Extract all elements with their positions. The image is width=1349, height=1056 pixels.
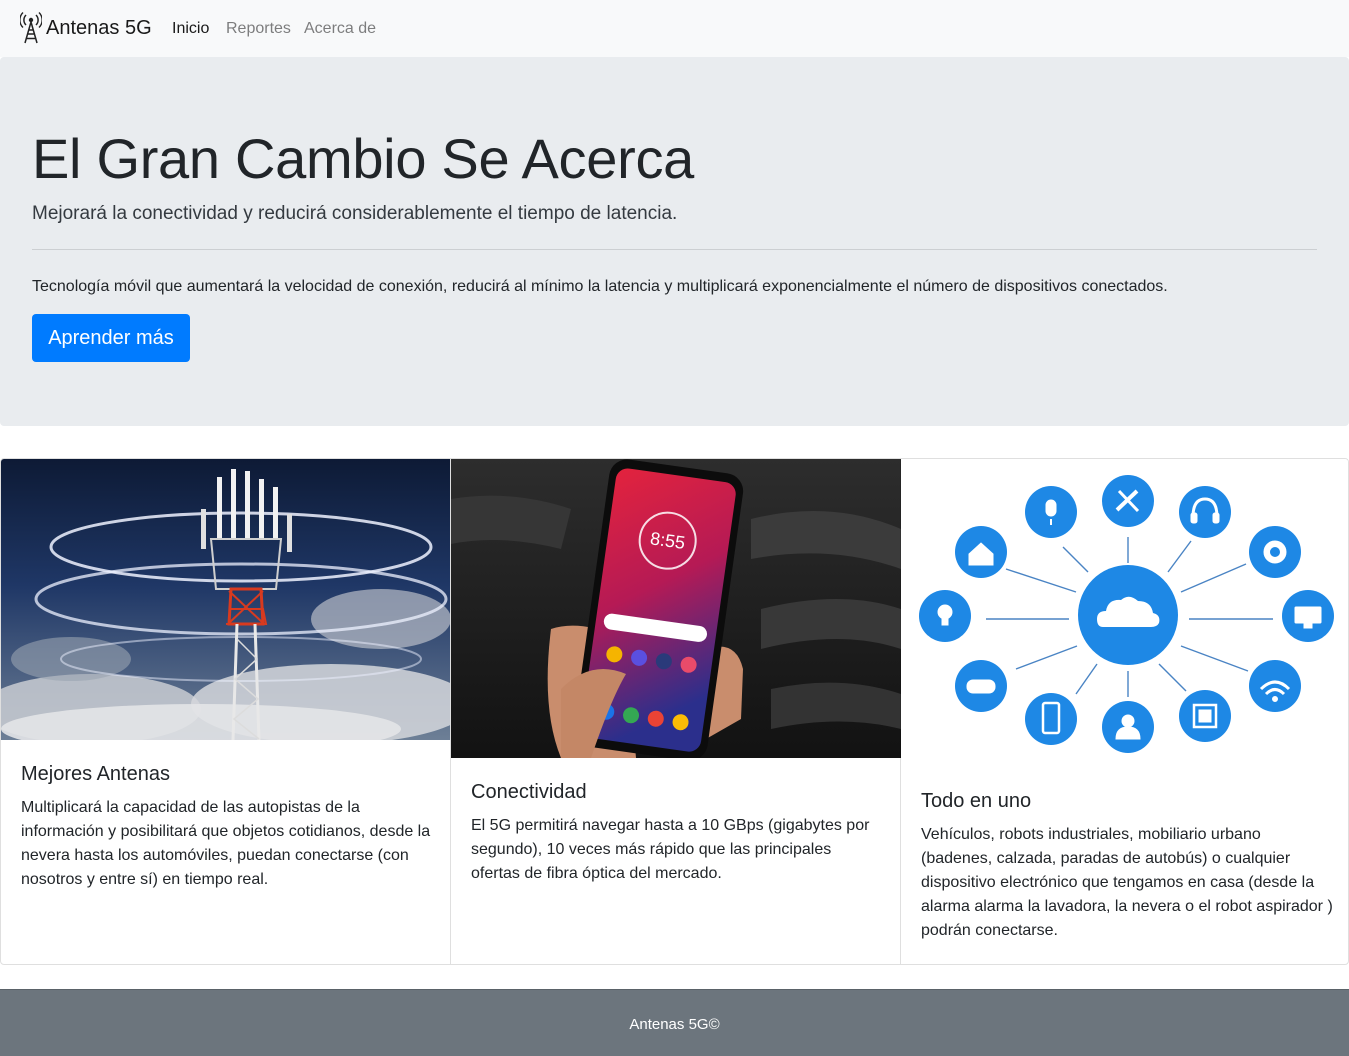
card-text: Vehículos, robots industriales, mobiliar… (921, 826, 1333, 939)
page-title: El Gran Cambio Se Acerca (32, 127, 694, 190)
card-group: Mejores Antenas Multiplicará la capacida… (0, 458, 1349, 965)
cloud-devices-diagram (901, 459, 1348, 765)
card-text: El 5G permitirá navegar hasta a 10 GBps … (471, 817, 870, 882)
nav-link-reportes[interactable]: Reportes (226, 20, 291, 38)
brand-text: Antenas 5G (46, 16, 152, 39)
card-title: Conectividad (471, 781, 587, 803)
smartphone-photo: 8:55 (451, 459, 901, 758)
nav-link-acerca-de[interactable]: Acerca de (304, 20, 376, 38)
navbar-brand[interactable]: Antenas 5G (20, 12, 152, 44)
card-text: Multiplicará la capacidad de las autopis… (21, 799, 431, 888)
antenna-tower-photo (1, 459, 450, 740)
footer: Antenas 5G© (0, 989, 1349, 1056)
card-mejores-antenas: Mejores Antenas Multiplicará la capacida… (1, 459, 450, 964)
footer-text: Antenas 5G© (629, 1016, 720, 1033)
card-title: Todo en uno (921, 790, 1032, 812)
navbar: Antenas 5G Inicio Reportes Acerca de (0, 0, 1349, 57)
divider (32, 249, 1317, 250)
nav-link-inicio[interactable]: Inicio (172, 20, 209, 38)
card-body: Conectividad El 5G permitirá navegar has… (471, 781, 884, 886)
card-todo-en-uno: Todo en uno Vehículos, robots industrial… (900, 459, 1348, 964)
lead-text: Mejorará la conectividad y reducirá cons… (32, 203, 678, 224)
card-conectividad: 8:55 Conectividad El 5G permitirá navega… (450, 459, 901, 964)
learn-more-button[interactable]: Aprender más (32, 314, 190, 362)
card-body: Mejores Antenas Multiplicará la capacida… (21, 763, 434, 892)
card-body: Todo en uno Vehículos, robots industrial… (921, 790, 1334, 943)
jumbotron-text: Tecnología móvil que aumentará la veloci… (32, 278, 1168, 295)
antenna-tower-icon (20, 12, 42, 44)
jumbotron: El Gran Cambio Se Acerca Mejorará la con… (0, 57, 1349, 426)
card-title: Mejores Antenas (21, 763, 170, 785)
